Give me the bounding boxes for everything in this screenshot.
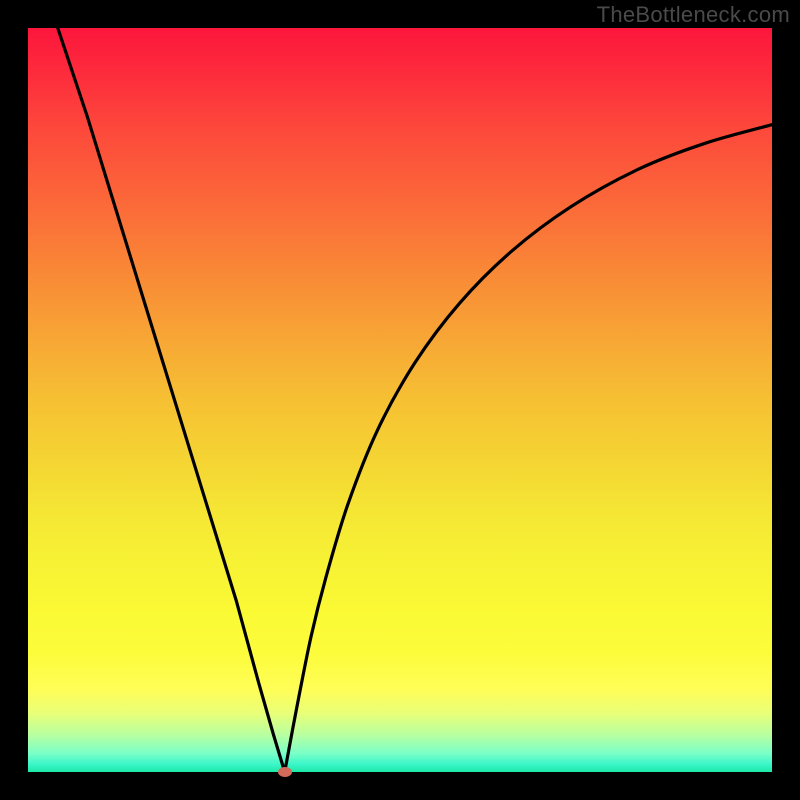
watermark-text: TheBottleneck.com	[597, 2, 790, 28]
optimum-marker	[278, 767, 292, 777]
bottleneck-curve	[58, 28, 772, 772]
plot-area	[28, 28, 772, 772]
chart-frame: TheBottleneck.com	[0, 0, 800, 800]
curve-svg	[28, 28, 772, 772]
